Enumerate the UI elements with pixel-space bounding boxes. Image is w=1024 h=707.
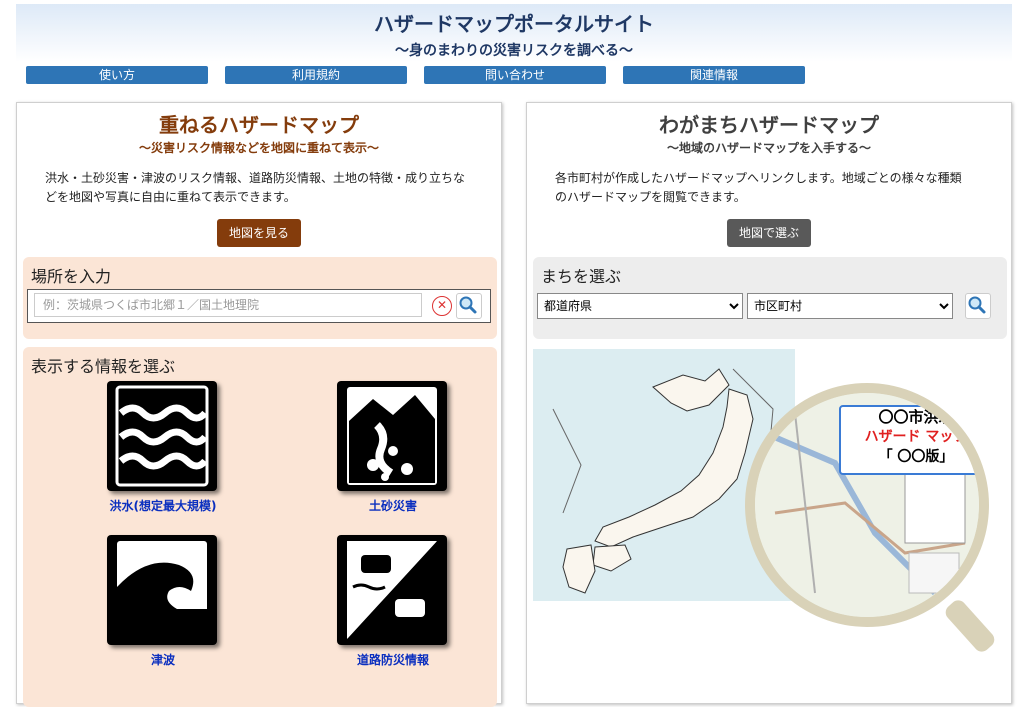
search-bar: ✕: [27, 289, 491, 323]
nav-contact-button[interactable]: 問い合わせ: [424, 66, 606, 84]
cover-line-2: ハザード マップ: [864, 429, 968, 445]
panel-description: 各市町村が作成したハザードマップへリンクします。地域ごとの様々な種類 のハザード…: [555, 169, 995, 207]
nav-related-info-button[interactable]: 関連情報: [623, 66, 805, 84]
cover-line-1: 〇〇市洪水: [878, 408, 954, 426]
hazard-label-tsunami[interactable]: 津波: [73, 651, 253, 668]
hazard-label-landslide[interactable]: 土砂災害: [303, 497, 483, 514]
town-select-box: まちを選ぶ 都道府県 市区町村: [533, 257, 1007, 339]
panel-subtitle: ～地域のハザードマップを入手する～: [666, 141, 871, 155]
road-disaster-icon: [337, 535, 447, 645]
site-header: ハザードマップポータルサイト ～身のまわりの災害リスクを調べる～: [16, 4, 1012, 62]
town-search-button[interactable]: [965, 293, 991, 319]
panel-title: 重ねるハザードマップ: [159, 113, 359, 137]
search-icon: [459, 296, 477, 314]
site-subtitle: ～身のまわりの災害リスクを調べる～: [395, 43, 633, 59]
hazard-map-cover-card: 〇〇市洪水 ハザード マップ 「 〇〇版」: [839, 405, 979, 475]
panel-title: わがまちハザードマップ: [659, 113, 879, 137]
landslide-icon: [337, 381, 447, 491]
municipality-select[interactable]: 市区町村: [747, 293, 953, 319]
location-search-heading: 場所を入力: [31, 267, 112, 286]
prefecture-select[interactable]: 都道府県: [537, 293, 743, 319]
hazard-label-flood[interactable]: 洪水(想定最大規模): [73, 497, 253, 514]
cover-line-3: 「 〇〇版」: [878, 449, 954, 465]
hazard-item-landslide[interactable]: 土砂災害: [303, 381, 483, 521]
overlay-hazard-map-panel: 重ねるハザードマップ ～災害リスク情報などを地図に重ねて表示～ 洪水・土砂災害・…: [16, 102, 502, 707]
flood-icon: [107, 381, 217, 491]
nav-terms-button[interactable]: 利用規約: [225, 66, 407, 84]
panel-subtitle: ～災害リスク情報などを地図に重ねて表示～: [138, 141, 379, 155]
select-on-map-button[interactable]: 地図で選ぶ: [727, 219, 811, 247]
description-line: 洪水・土砂災害・津波のリスク情報、道路防災情報、土地の特徴・成り立ちな: [45, 171, 466, 185]
nav-how-to-use-button[interactable]: 使い方: [26, 66, 208, 84]
hazard-item-road-disaster[interactable]: 道路防災情報: [303, 535, 483, 675]
tsunami-icon: [107, 535, 217, 645]
hazard-item-tsunami[interactable]: 津波: [73, 535, 253, 675]
description-line: 各市町村が作成したハザードマップへリンクします。地域ごとの様々な種類: [555, 171, 962, 185]
hazard-item-flood[interactable]: 洪水(想定最大規模): [73, 381, 253, 521]
magnifier-hazard-map-preview[interactable]: 〇〇市洪水 ハザード マップ 「 〇〇版」: [745, 383, 989, 627]
view-map-button[interactable]: 地図を見る: [217, 219, 301, 247]
site-title: ハザードマップポータルサイト: [374, 12, 654, 36]
description-line: どを地図や写真に自由に重ねて表示できます。: [45, 190, 296, 204]
local-hazard-map-panel: わがまちハザードマップ ～地域のハザードマップを入手する～ 各市町村が作成したハ…: [526, 102, 1012, 704]
info-select-box: 表示する情報を選ぶ 洪水(想定最大規模) 土砂災害 津波 道路防災情報: [23, 347, 497, 707]
info-select-heading: 表示する情報を選ぶ: [31, 357, 176, 376]
search-button[interactable]: [456, 293, 482, 319]
town-select-heading: まちを選ぶ: [541, 267, 622, 286]
search-icon: [968, 296, 986, 314]
hazard-label-road-disaster[interactable]: 道路防災情報: [303, 651, 483, 668]
panel-description: 洪水・土砂災害・津波のリスク情報、道路防災情報、土地の特徴・成り立ちな どを地図…: [45, 169, 485, 207]
description-line: のハザードマップを閲覧できます。: [555, 190, 746, 204]
clear-icon[interactable]: ✕: [432, 296, 452, 316]
location-search-input[interactable]: [34, 293, 422, 317]
location-search-box: 場所を入力 ✕: [23, 257, 497, 339]
